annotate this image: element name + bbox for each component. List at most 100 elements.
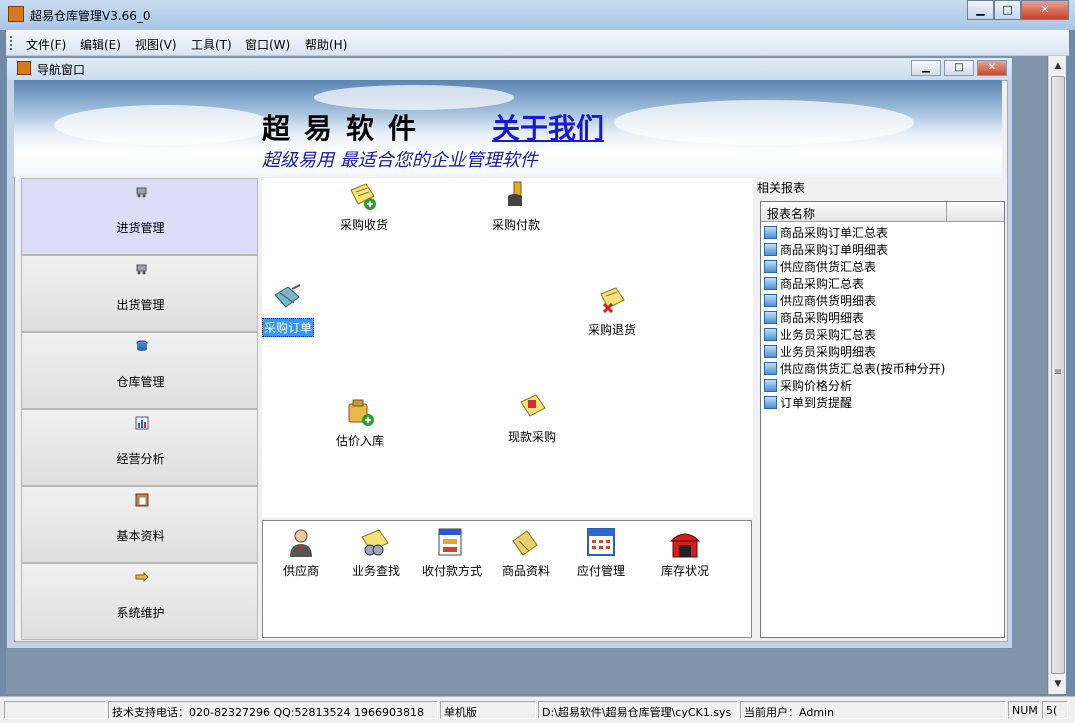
payment-method-icon[interactable] bbox=[435, 527, 467, 559]
list-item[interactable]: 业务员采购明细表 bbox=[764, 343, 876, 360]
cash-purchase-icon[interactable] bbox=[518, 392, 548, 422]
return-goods-label[interactable]: 采购退货 bbox=[588, 321, 636, 338]
report-icon bbox=[764, 362, 777, 375]
menu-view[interactable]: 视图(V) bbox=[135, 36, 177, 53]
shortcut-bar: 供应商 业务查找 收付款方式 商品资料 应付管理 库存状况 bbox=[262, 520, 752, 638]
report-icon bbox=[764, 396, 777, 409]
left-navigation: 进货管理 出货管理 仓库管理 经营分析 基本资料 系统维护 bbox=[21, 178, 258, 640]
banner-slogan: 超级易用 最适合您的企业管理软件 bbox=[262, 150, 538, 171]
cart-icon bbox=[136, 264, 147, 275]
list-item[interactable]: 供应商供货明细表 bbox=[764, 292, 876, 309]
banner-title: 超易软件 bbox=[262, 112, 431, 145]
about-us-link[interactable]: 关于我们 bbox=[492, 107, 604, 147]
child-close-button[interactable]: ✕ bbox=[977, 60, 1007, 76]
list-item[interactable]: 采购价格分析 bbox=[764, 377, 852, 394]
nav-label: 经营分析 bbox=[116, 452, 165, 466]
scroll-up-arrow-icon[interactable]: ▲ bbox=[1049, 58, 1067, 75]
menu-edit[interactable]: 编辑(E) bbox=[80, 36, 121, 53]
window-controls: ▁ □ ✕ bbox=[967, 0, 1069, 20]
nav-item-purchase[interactable]: 进货管理 bbox=[21, 178, 258, 255]
scroll-grip-icon: ≡ bbox=[1053, 367, 1063, 378]
report-icon bbox=[764, 345, 777, 358]
window-icon bbox=[17, 61, 31, 75]
menu-grip-icon bbox=[10, 36, 13, 50]
list-item[interactable]: 商品采购汇总表 bbox=[764, 275, 864, 292]
hand-pointer-icon bbox=[135, 571, 149, 583]
document-icon bbox=[135, 493, 149, 507]
inventory-status-icon[interactable] bbox=[669, 527, 701, 559]
nav-label: 仓库管理 bbox=[116, 375, 165, 389]
status-cell-blank bbox=[4, 701, 106, 719]
supplier-label[interactable]: 供应商 bbox=[273, 562, 329, 579]
minimize-button[interactable]: ▁ bbox=[967, 0, 994, 20]
estimate-stock-in-label[interactable]: 估价入库 bbox=[336, 432, 384, 449]
report-icon bbox=[764, 379, 777, 392]
payment-label[interactable]: 采购付款 bbox=[492, 216, 540, 233]
child-minimize-button[interactable]: ▁ bbox=[911, 60, 941, 76]
report-icon bbox=[764, 226, 777, 239]
workflow-area: 采购收货 采购付款 采购订单 采购退货 估价入库 现款采购 bbox=[262, 178, 753, 518]
purchase-order-icon[interactable] bbox=[272, 283, 302, 313]
bar-chart-icon bbox=[135, 416, 149, 430]
nav-label: 系统维护 bbox=[116, 606, 165, 620]
nav-item-basic-data[interactable]: 基本资料 bbox=[21, 486, 258, 563]
menu-window[interactable]: 窗口(W) bbox=[245, 36, 290, 53]
payables-icon[interactable] bbox=[585, 527, 617, 559]
support-phone: 技术支持电话：020-82327296 QQ:52813524 19669038… bbox=[108, 701, 438, 719]
inventory-status-label[interactable]: 库存状况 bbox=[657, 562, 713, 579]
banner: 超易软件 关于我们 超级易用 最适合您的企业管理软件 bbox=[14, 80, 1002, 177]
scroll-down-arrow-icon[interactable]: ▼ bbox=[1049, 676, 1067, 693]
list-item[interactable]: 商品采购订单明细表 bbox=[764, 241, 888, 258]
app-icon bbox=[8, 6, 24, 22]
report-icon bbox=[764, 294, 777, 307]
receive-goods-label[interactable]: 采购收货 bbox=[340, 216, 388, 233]
maximize-button[interactable]: □ bbox=[994, 0, 1021, 20]
payment-method-label[interactable]: 收付款方式 bbox=[417, 562, 487, 579]
report-icon bbox=[764, 311, 777, 324]
cash-purchase-label[interactable]: 现款采购 bbox=[508, 428, 556, 445]
nav-label: 出货管理 bbox=[116, 298, 165, 312]
product-data-label[interactable]: 商品资料 bbox=[497, 562, 555, 579]
estimate-stock-in-icon[interactable] bbox=[346, 398, 376, 428]
business-search-label[interactable]: 业务查找 bbox=[347, 562, 405, 579]
child-maximize-button[interactable]: □ bbox=[944, 60, 974, 76]
purchase-order-label[interactable]: 采购订单 bbox=[262, 318, 315, 337]
business-search-icon[interactable] bbox=[359, 527, 391, 559]
nav-item-warehouse[interactable]: 仓库管理 bbox=[21, 332, 258, 409]
nav-item-analysis[interactable]: 经营分析 bbox=[21, 409, 258, 486]
list-item[interactable]: 订单到货提醒 bbox=[764, 394, 852, 411]
nav-item-maintenance[interactable]: 系统维护 bbox=[21, 563, 258, 640]
product-data-icon[interactable] bbox=[509, 527, 541, 559]
report-icon bbox=[764, 243, 777, 256]
nav-label: 进货管理 bbox=[116, 221, 165, 235]
report-icon bbox=[764, 328, 777, 341]
list-item[interactable]: 商品采购明细表 bbox=[764, 309, 864, 326]
reports-header: 报表名称 bbox=[761, 202, 1004, 222]
list-item[interactable]: 商品采购订单汇总表 bbox=[764, 224, 888, 241]
menu-help[interactable]: 帮助(H) bbox=[305, 36, 347, 53]
nav-item-sales[interactable]: 出货管理 bbox=[21, 255, 258, 332]
menu-bar: 文件(F) 编辑(E) 视图(V) 工具(T) 窗口(W) 帮助(H) bbox=[6, 30, 1069, 56]
edition-label: 单机版 bbox=[440, 701, 536, 719]
list-item[interactable]: 供应商供货汇总表(按币种分开) bbox=[764, 360, 945, 377]
receive-goods-icon[interactable] bbox=[348, 182, 378, 212]
supplier-icon[interactable] bbox=[285, 527, 317, 559]
menu-tools[interactable]: 工具(T) bbox=[191, 36, 232, 53]
title-bar: 超易仓库管理V3.66_0 ▁ □ ✕ bbox=[0, 0, 1075, 30]
list-item[interactable]: 供应商供货汇总表 bbox=[764, 258, 876, 275]
database-icon bbox=[136, 340, 148, 351]
return-goods-icon[interactable] bbox=[598, 286, 628, 316]
reports-list[interactable]: 报表名称 商品采购订单汇总表 商品采购订单明细表 供应商供货汇总表 商品采购汇总… bbox=[760, 201, 1005, 638]
scrollbar-thumb[interactable]: ≡ bbox=[1051, 76, 1065, 674]
report-name-column-header[interactable]: 报表名称 bbox=[761, 202, 947, 221]
vertical-scrollbar[interactable]: ▲ ≡ ▼ bbox=[1048, 56, 1066, 694]
status-bar: 技术支持电话：020-82327296 QQ:52813524 19669038… bbox=[0, 696, 1075, 723]
list-item[interactable]: 业务员采购汇总表 bbox=[764, 326, 876, 343]
menu-file[interactable]: 文件(F) bbox=[26, 36, 66, 53]
window-title: 超易仓库管理V3.66_0 bbox=[30, 9, 151, 23]
payment-icon[interactable] bbox=[504, 180, 534, 210]
numlock-indicator: NUM bbox=[1008, 701, 1040, 719]
payables-label[interactable]: 应付管理 bbox=[573, 562, 629, 579]
child-window-title: 导航窗口 bbox=[37, 63, 86, 77]
close-button[interactable]: ✕ bbox=[1021, 0, 1069, 20]
